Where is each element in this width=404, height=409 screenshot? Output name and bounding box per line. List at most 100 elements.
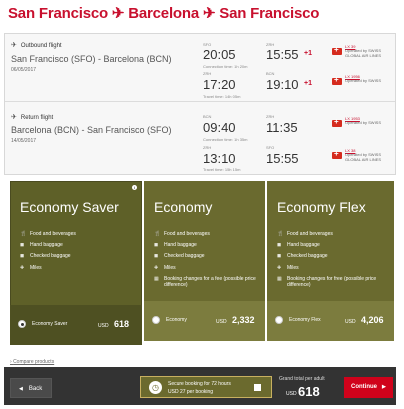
- dep-time: 13:10: [203, 151, 236, 166]
- fare-name: Economy Saver: [20, 199, 119, 215]
- fare-radio[interactable]: [152, 316, 160, 324]
- fare-feature: ✚ Miles: [20, 265, 42, 271]
- arr-airport: ZRH: [266, 114, 275, 119]
- cutlery-icon: 🍴: [277, 231, 284, 237]
- grand-total-price: 618: [298, 384, 320, 399]
- fare-name: Economy: [154, 199, 213, 215]
- return-section: ✈ Return flight Barcelona (BCN) - San Fra…: [5, 111, 395, 175]
- hand-baggage-icon: ◼: [154, 242, 159, 248]
- secure-booking-option[interactable]: ◷ Secure booking for 72 hours USD 27 per…: [140, 376, 272, 398]
- return-date: 14/05/2017: [11, 138, 37, 144]
- fare-feature: ◼ Checked baggage: [20, 253, 71, 259]
- fare-footer[interactable]: Economy Saver USD 618: [10, 305, 142, 345]
- secure-booking-checkbox[interactable]: [254, 384, 261, 391]
- currency: USD: [216, 319, 227, 325]
- outbound-route: San Francisco (SFO) - Barcelona (BCN): [11, 54, 172, 64]
- dep-time: 09:40: [203, 120, 236, 135]
- fare-feature: 🍴 Food and beverages: [277, 231, 333, 237]
- arr-time: 15:55: [266, 151, 299, 166]
- fare-price: 618: [114, 319, 130, 329]
- plane-icon: ✈: [11, 114, 17, 121]
- fare-name: Economy Flex: [277, 199, 366, 215]
- outbound-date: 06/05/2017: [11, 67, 37, 73]
- operator: Operated by SWISS GLOBAL AIR LINES: [345, 48, 382, 58]
- secure-booking-title: Secure booking for 72 hours: [168, 381, 231, 387]
- miles-icon: ✚: [20, 265, 25, 271]
- swiss-flag-icon: [332, 75, 342, 85]
- fare-feature: ✚ Miles: [154, 265, 176, 271]
- fare-radio[interactable]: [275, 316, 283, 324]
- fare-price: 4,206: [361, 315, 384, 325]
- swiss-flag-icon: [332, 149, 342, 159]
- fare-footer[interactable]: Economy USD 2,332: [144, 301, 265, 341]
- swiss-flag-icon: [332, 45, 342, 55]
- arr-airport: SFO: [266, 145, 275, 150]
- bottom-bar: ◀ Back ◷ Secure booking for 72 hours USD …: [4, 367, 396, 405]
- fare-feature: ✚ Miles: [277, 265, 299, 271]
- info-icon[interactable]: i: [132, 185, 137, 190]
- flight-summary: ✈ Outbound flight San Francisco (SFO) - B…: [4, 33, 396, 175]
- fare-feature: 🍴 Food and beverages: [154, 231, 210, 237]
- currency: USD: [345, 319, 356, 325]
- page-title: San Francisco ✈ Barcelona ✈ San Francisc…: [8, 5, 320, 22]
- dep-time: 20:05: [203, 47, 236, 62]
- secure-booking-price: USD 27 per booking: [168, 389, 214, 395]
- arr-time: 11:35: [266, 120, 298, 135]
- fare-card-economy-flex[interactable]: Economy Flex 🍴 Food and beverages ◼ Hand b…: [267, 181, 394, 341]
- connection-time: Connection time: 1h 20m: [203, 64, 248, 69]
- fare-feature: ◼ Hand baggage: [20, 242, 63, 248]
- hand-baggage-icon: ◼: [20, 242, 25, 248]
- cutlery-icon: 🍴: [20, 231, 27, 237]
- fare-footer[interactable]: Economy Flex USD 4,206: [267, 301, 394, 341]
- travel-time: Travel time: 14h 05m: [203, 94, 241, 99]
- plane-icon: ✈: [11, 42, 17, 49]
- fare-feature: ◼ Hand baggage: [277, 242, 320, 248]
- dep-airport: BCN: [203, 114, 212, 119]
- fare-feature: ◼ Checked baggage: [277, 253, 328, 259]
- fare-feature: ▦ Booking changes for a fee (possible pri…: [154, 276, 256, 288]
- travel-time: Travel time: 15h 15m: [203, 167, 241, 172]
- connection-time: Connection time: 1h 35m: [203, 137, 248, 142]
- fare-card-economy[interactable]: Economy 🍴 Food and beverages ◼ Hand baggag…: [144, 181, 265, 341]
- operator: Operated by SWISS: [345, 120, 382, 125]
- return-route: Barcelona (BCN) - San Francisco (SFO): [11, 125, 172, 135]
- fare-radio[interactable]: [18, 320, 26, 328]
- cutlery-icon: 🍴: [154, 231, 161, 237]
- hand-baggage-icon: ◼: [277, 242, 282, 248]
- back-button[interactable]: ◀ Back: [10, 378, 52, 398]
- fare-feature: ▦ Booking changes for free (possible pric…: [277, 276, 377, 288]
- dep-airport: ZRH: [203, 71, 212, 76]
- miles-icon: ✚: [277, 265, 282, 271]
- outbound-section: ✈ Outbound flight San Francisco (SFO) - B…: [5, 34, 395, 102]
- fare-card-economy-saver[interactable]: i Economy Saver 🍴 Food and beverages ◼ Han…: [10, 181, 142, 345]
- checked-baggage-icon: ◼: [154, 253, 159, 259]
- calendar-icon: ▦: [277, 276, 282, 282]
- operator: Operated by SWISS: [345, 78, 382, 83]
- arr-time: 15:55: [266, 47, 299, 62]
- checked-baggage-icon: ◼: [20, 253, 25, 259]
- miles-icon: ✚: [154, 265, 159, 271]
- fare-radio-label: Economy Flex: [289, 317, 321, 323]
- chevron-left-icon: ◀: [19, 386, 23, 392]
- fare-price: 2,332: [232, 315, 255, 325]
- fare-radio-label: Economy: [166, 317, 187, 323]
- arr-time: 19:10: [266, 77, 299, 92]
- compare-products-link[interactable]: › Compare products: [10, 359, 54, 365]
- outbound-heading: ✈ Outbound flight: [11, 42, 62, 49]
- continue-button[interactable]: Continue ▶: [344, 377, 393, 398]
- dep-airport: ZRH: [203, 145, 212, 150]
- chevron-right-icon: ▶: [382, 384, 386, 390]
- fare-radio-label: Economy Saver: [32, 321, 68, 327]
- dep-time: 17:20: [203, 77, 236, 92]
- return-heading: ✈ Return flight: [11, 114, 54, 121]
- fare-options: i Economy Saver 🍴 Food and beverages ◼ Han…: [10, 181, 394, 345]
- currency: USD: [98, 323, 109, 329]
- fare-feature: ◼ Hand baggage: [154, 242, 197, 248]
- grand-total-currency: USD: [286, 391, 297, 397]
- next-day-indicator: +1: [304, 80, 312, 87]
- arr-airport: BCN: [266, 71, 275, 76]
- operator: Operated by SWISS GLOBAL AIR LINES: [345, 152, 382, 162]
- next-day-indicator: +1: [304, 50, 312, 57]
- clock-icon: ◷: [149, 381, 162, 394]
- swiss-flag-icon: [332, 117, 342, 127]
